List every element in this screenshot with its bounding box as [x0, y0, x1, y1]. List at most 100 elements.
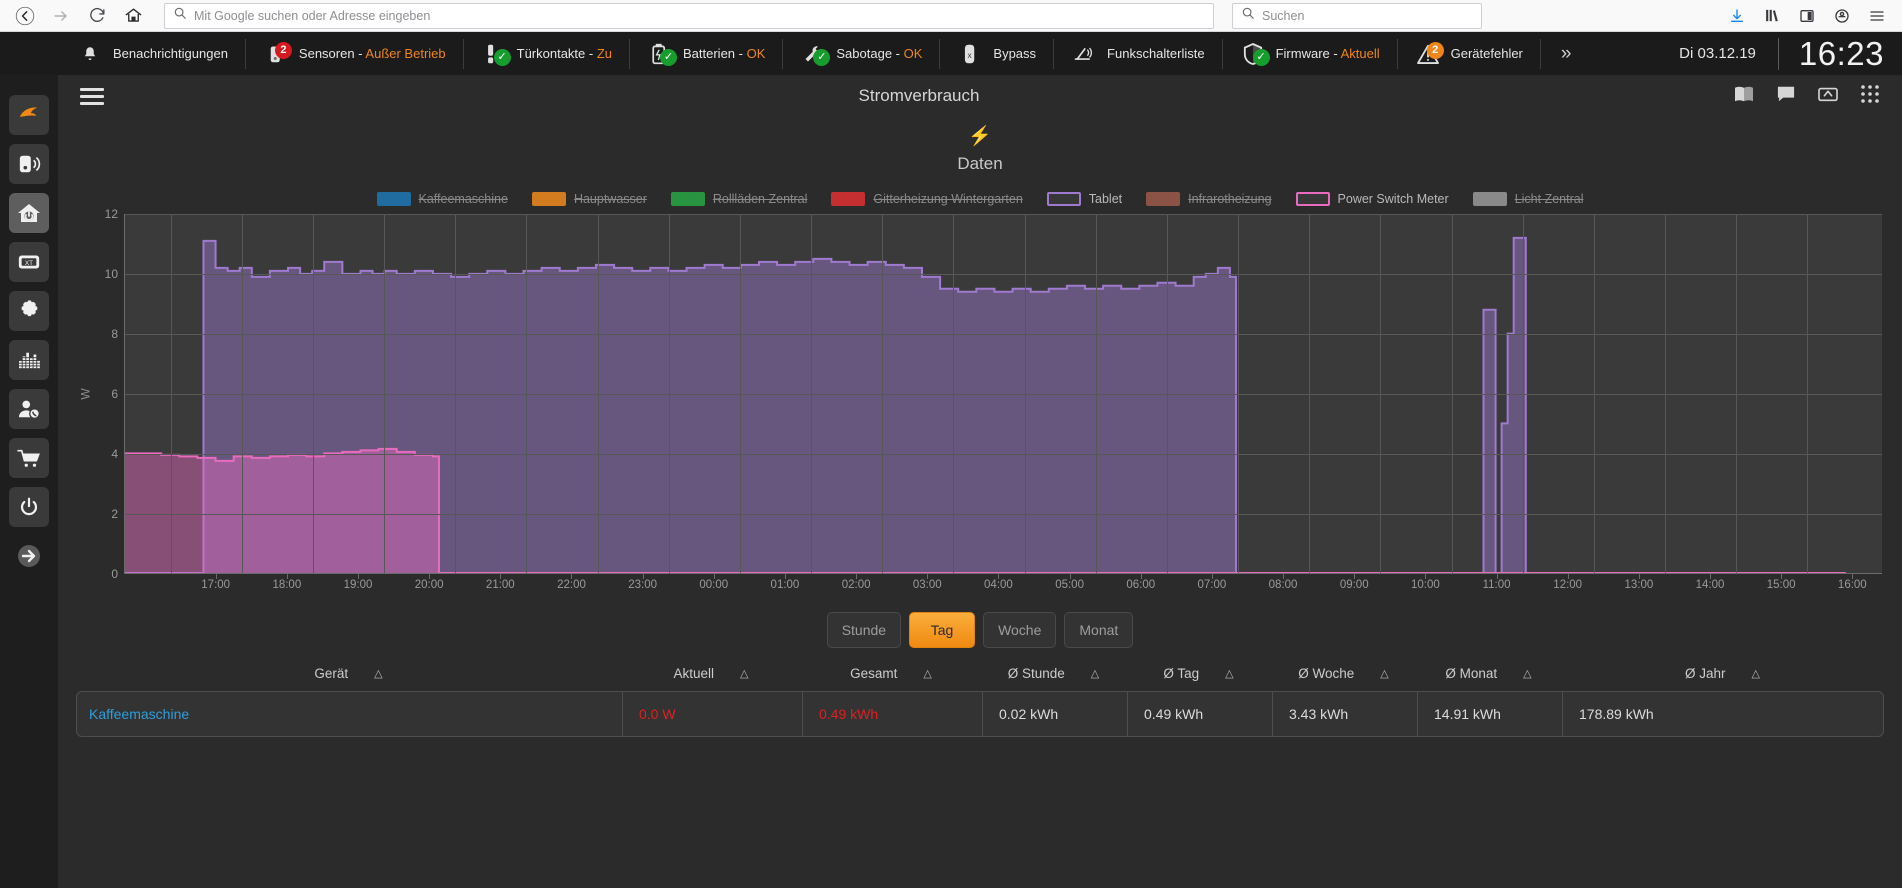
y-axis-ticks: 024681012 — [94, 214, 124, 574]
x-tick-label: 11:00 — [1483, 579, 1511, 591]
address-bar[interactable]: Mit Google suchen oder Adresse eingeben — [164, 3, 1214, 29]
x-axis-ticks: 17:0018:0019:0020:0021:0022:0023:0000:00… — [124, 574, 1882, 596]
status-item-firmware[interactable]: ✓ Firmware - Aktuell — [1223, 39, 1398, 69]
x-tick-label: 01:00 — [771, 579, 800, 591]
sort-triangle-icon[interactable]: △ — [374, 667, 382, 680]
legend-item[interactable]: Gitterheizung Wintergarten — [831, 192, 1022, 206]
legend-item[interactable]: Rollläden Zentral — [671, 192, 808, 206]
grid-line — [1096, 214, 1097, 573]
sort-triangle-icon[interactable]: △ — [1523, 667, 1531, 680]
table-row[interactable]: Kaffeemaschine 0.0 W 0.49 kWh 0.02 kWh 0… — [76, 691, 1884, 737]
sensor-icon: 2 — [263, 42, 289, 66]
sidebar-item-keypad[interactable]: XT — [9, 242, 49, 282]
sidebar-item-back[interactable] — [9, 95, 49, 135]
table-header-cell[interactable]: Ø Tag △ — [1126, 666, 1271, 681]
app-header: Stromverbrauch — [58, 75, 1902, 117]
table-header-cell[interactable]: Gerät△ — [76, 666, 621, 681]
status-item-geraetefehler[interactable]: 2 Gerätefehler — [1398, 39, 1541, 69]
range-button-tag[interactable]: Tag — [909, 612, 975, 648]
sort-triangle-icon[interactable]: △ — [1752, 667, 1760, 680]
legend-item[interactable]: Power Switch Meter — [1296, 192, 1449, 206]
sort-triangle-icon[interactable]: △ — [923, 667, 931, 680]
cell-avg-jahr: 178.89 kWh — [1562, 692, 1883, 736]
status-item-funkschalterliste[interactable]: Funkschalterliste — [1054, 39, 1223, 69]
account-icon[interactable] — [1831, 5, 1853, 27]
legend-label: Power Switch Meter — [1338, 192, 1449, 206]
grid-line — [1523, 214, 1524, 573]
table-header-cell[interactable]: Ø Monat△ — [1416, 666, 1561, 681]
x-tick-label: 23:00 — [628, 579, 657, 591]
sort-triangle-icon[interactable]: △ — [1091, 667, 1099, 680]
sidebar-item-settings[interactable] — [9, 291, 49, 331]
share-icon[interactable] — [1818, 85, 1838, 108]
grid-line — [740, 214, 741, 573]
legend-item[interactable]: Hauptwasser — [532, 192, 647, 206]
sidebar-item-statistics[interactable] — [9, 340, 49, 380]
back-button[interactable] — [10, 2, 40, 30]
cell-avg-tag: 0.49 kWh — [1127, 692, 1272, 736]
legend-item[interactable]: Infrarotheizung — [1146, 192, 1271, 206]
grid-line — [125, 514, 1882, 515]
status-item-sensoren[interactable]: 2 Sensoren - Außer Betrieb — [246, 39, 464, 69]
status-item-bypass[interactable]: x Bypass — [940, 39, 1054, 69]
legend-swatch — [671, 192, 705, 206]
sidebar-item-shop[interactable] — [9, 438, 49, 478]
x-tick-label: 06:00 — [1126, 579, 1155, 591]
book-icon[interactable] — [1734, 85, 1754, 108]
sidebar-item-home-power[interactable] — [9, 193, 49, 233]
status-time: 16:23 — [1779, 35, 1902, 73]
grid-line — [1452, 214, 1453, 573]
sort-triangle-icon[interactable]: △ — [1225, 667, 1233, 680]
table-header-cell[interactable]: Ø Woche△ — [1271, 666, 1416, 681]
status-more-button[interactable]: » — [1541, 43, 1592, 65]
table-header-cell[interactable]: Aktuell△ — [621, 666, 801, 681]
sidebar-item-contacts[interactable] — [9, 389, 49, 429]
range-button-monat[interactable]: Monat — [1064, 612, 1133, 648]
table-header-cell[interactable]: Ø Stunde△ — [981, 666, 1126, 681]
x-tick-label: 20:00 — [415, 579, 444, 591]
table-header-label: Gesamt — [850, 666, 897, 681]
sort-triangle-icon[interactable]: △ — [1380, 667, 1388, 680]
header-actions — [1734, 84, 1880, 109]
sidebar-item-power[interactable] — [9, 487, 49, 527]
sidebar-item-devices[interactable] — [9, 144, 49, 184]
forward-button[interactable] — [46, 2, 76, 30]
browser-toolbar: Mit Google suchen oder Adresse eingeben … — [0, 0, 1902, 32]
x-tick-label: 09:00 — [1340, 579, 1369, 591]
sort-triangle-icon[interactable]: △ — [740, 667, 748, 680]
chart-plot-area[interactable] — [124, 214, 1882, 574]
grid-apps-icon[interactable] — [1860, 84, 1880, 109]
status-item-benachrichtigungen[interactable]: Benachrichtigungen — [60, 39, 246, 69]
left-sidebar: XT — [0, 75, 58, 888]
legend-item[interactable]: Kaffeemaschine — [377, 192, 508, 206]
status-item-sabotage[interactable]: ✓ Sabotage - OK — [783, 39, 940, 69]
range-button-woche[interactable]: Woche — [983, 612, 1056, 648]
sidebar-item-logout[interactable] — [9, 536, 49, 576]
status-item-tuerkontakte[interactable]: ✓ Türkontakte - Zu — [464, 39, 630, 69]
download-icon[interactable] — [1726, 5, 1748, 27]
legend-item[interactable]: Licht Zentral — [1473, 192, 1584, 206]
legend-item[interactable]: Tablet — [1047, 192, 1122, 206]
status-item-batterien[interactable]: ✓ Batterien - OK — [630, 39, 783, 69]
chat-icon[interactable] — [1776, 85, 1796, 108]
table-header-cell[interactable]: Gesamt △ — [801, 666, 981, 681]
table-header-label: Ø Tag — [1163, 666, 1199, 681]
status-item-label: Türkontakte - Zu — [517, 46, 612, 61]
search-bar[interactable]: Suchen — [1232, 3, 1482, 29]
library-icon[interactable] — [1761, 5, 1783, 27]
chart-legend: Kaffeemaschine Hauptwasser Rollläden Zentr… — [78, 192, 1882, 206]
status-item-label: Sabotage - OK — [836, 46, 922, 61]
legend-swatch — [1473, 192, 1507, 206]
sidebar-icon[interactable] — [1796, 5, 1818, 27]
chart-container: Kaffeemaschine Hauptwasser Rollläden Zentr… — [78, 192, 1882, 596]
table-header-cell[interactable]: Ø Jahr△ — [1561, 666, 1884, 681]
reload-button[interactable] — [82, 2, 112, 30]
browser-actions — [1726, 5, 1892, 27]
hamburger-menu-icon[interactable] — [1866, 5, 1888, 27]
home-button[interactable] — [118, 2, 148, 30]
x-tick-label: 07:00 — [1198, 579, 1227, 591]
range-button-stunde[interactable]: Stunde — [827, 612, 901, 648]
x-tick-label: 22:00 — [557, 579, 586, 591]
grid-line — [384, 214, 385, 573]
hamburger-menu-icon[interactable] — [80, 88, 104, 105]
